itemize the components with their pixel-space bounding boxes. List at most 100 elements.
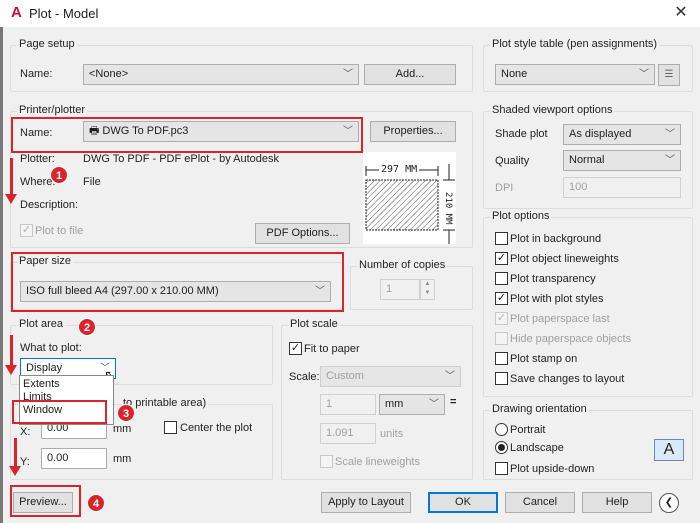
shade-plot-value: As displayed [569,128,632,140]
paper-size-select[interactable]: ISO full bleed A4 (297.00 x 210.00 MM) ﹀ [20,281,331,302]
upside-down-checkbox[interactable] [495,462,508,475]
edit-plot-style-icon[interactable]: ☰ [658,64,680,86]
page-setup-label: Page setup [17,38,77,50]
shade-plot-label: Shade plot [495,128,548,140]
collapse-icon[interactable]: ❮ [659,493,679,513]
orientation-label: Drawing orientation [490,403,589,415]
cancel-button[interactable]: Cancel [505,492,575,513]
plotter-value: DWG To PDF - PDF ePlot - by Autodesk [83,153,280,165]
portrait-label: Portrait [510,424,546,436]
plot-option-label: Plot transparency [510,273,596,285]
plot-option-label: Plot object lineweights [510,253,619,265]
paper-size-value: ISO full bleed A4 (297.00 x 210.00 MM) [26,285,219,297]
plotter-label: Plotter: [20,153,55,165]
chevron-down-icon: ﹀ [665,129,675,140]
plot-option-checkbox[interactable] [495,372,508,385]
copies-spinner[interactable]: ▲ ▼ [420,279,435,300]
equals-sign: = [450,396,457,408]
chevron-down-icon: ﹀ [343,126,353,137]
plot-style-table-label: Plot style table (pen assignments) [490,38,660,50]
printer-name-select[interactable]: 🖶 DWG To PDF.pc3 ﹀ [83,121,359,142]
scale-value1-input[interactable]: 1 [320,394,376,415]
plot-style-select[interactable]: None ﹀ [495,64,655,85]
copies-input[interactable]: 1 [380,279,420,300]
close-button[interactable]: ✕ [670,3,692,23]
chevron-down-icon: ﹀ [343,69,353,80]
paper-size-label: Paper size [17,255,73,267]
what-to-plot-value: Display [26,362,63,374]
description-label: Description: [20,199,79,211]
annotation-arrow-1 [5,158,17,204]
dropdown-option-limits[interactable]: Limits [23,391,52,403]
dpi-input[interactable]: 100 [563,177,681,198]
printer-name-label: Name: [20,127,53,139]
shaded-viewport-label: Shaded viewport options [490,104,615,116]
plot-option-checkbox[interactable] [495,232,508,245]
offset-y-input[interactable]: 0.00 [41,448,107,469]
plot-offset-label: to printable area) [121,397,209,409]
offset-x-unit: mm [113,423,132,435]
radio-selected-dot [498,444,505,451]
center-plot-label: Center the plot [180,422,253,434]
window-edge [0,27,3,523]
dropdown-option-window[interactable]: Window [23,404,62,416]
shade-plot-select[interactable]: As displayed ﹀ [563,124,681,145]
properties-button[interactable]: Properties... [370,121,456,142]
preview-height-label: 210 MM [443,192,453,225]
plot-scale-label: Plot scale [288,318,340,330]
plot-option-checkbox[interactable] [495,332,508,345]
plot-area-label: Plot area [17,318,66,330]
plot-to-file-checkbox[interactable]: ✓ [20,224,33,237]
ok-button[interactable]: OK [428,492,498,513]
scale-select[interactable]: Custom ﹀ [320,366,461,387]
landscape-radio[interactable] [495,441,508,454]
help-button[interactable]: Help [582,492,652,513]
scale-unit-value: mm [385,398,404,410]
scale-value2-input[interactable]: 1.091 [320,423,376,444]
plot-option-checkbox[interactable]: ✓ [495,252,508,265]
copies-label: Number of copies [357,259,448,271]
plot-option-checkbox[interactable] [495,352,508,365]
autocad-icon: A [11,4,22,21]
scale-lineweights-checkbox[interactable] [320,455,333,468]
title-bar: A Plot - Model ✕ [0,0,700,27]
what-to-plot-dropdown: Extents Limits Window [19,375,114,425]
where-value: File [83,176,101,188]
chevron-down-icon: ﹀ [665,155,675,166]
annotation-arrow-3 [9,438,21,476]
plot-option-checkbox[interactable]: ✓ [495,312,508,325]
chevron-down-icon: ﹀ [445,371,455,382]
annotation-badge-1: 1 [50,166,68,184]
quality-select[interactable]: Normal ﹀ [563,150,681,171]
scale-unit2-label: units [380,428,404,440]
dropdown-option-extents[interactable]: Extents [23,378,60,390]
offset-y-unit: mm [113,453,132,465]
scale-lineweights-label: Scale lineweights [335,456,420,468]
scale-label: Scale: [289,371,320,383]
page-setup-name-value: <None> [89,68,129,80]
add-page-setup-button[interactable]: Add... [364,64,456,85]
chevron-down-icon: ﹀ [429,399,439,410]
quality-label: Quality [495,155,530,167]
printer-name-value: DWG To PDF.pc3 [102,125,189,137]
fit-to-paper-checkbox[interactable]: ✓ [289,342,302,355]
center-plot-checkbox[interactable] [164,421,177,434]
plot-option-label: Plot with plot styles [510,293,604,305]
quality-value: Normal [569,154,605,166]
fit-to-paper-label: Fit to paper [304,343,360,355]
scale-unit-select[interactable]: mm ﹀ [379,394,445,415]
offset-x-label: X: [20,426,31,438]
chevron-down-icon: ﹀ [639,69,649,80]
plot-option-checkbox[interactable]: ✓ [495,292,508,305]
plot-option-checkbox[interactable] [495,272,508,285]
apply-to-layout-button[interactable]: Apply to Layout [321,492,411,513]
printer-plotter-label: Printer/plotter [17,104,88,116]
upside-down-label: Plot upside-down [510,463,595,475]
page-setup-name-select[interactable]: <None> ﹀ [83,64,359,85]
annotation-badge-3: 3 [117,404,135,422]
dpi-label: DPI [495,182,514,194]
pdf-options-button[interactable]: PDF Options... [255,223,350,244]
portrait-radio[interactable] [495,423,508,436]
paper-preview: 297 MM 210 MM [363,152,456,244]
preview-button[interactable]: Preview... [13,492,73,513]
